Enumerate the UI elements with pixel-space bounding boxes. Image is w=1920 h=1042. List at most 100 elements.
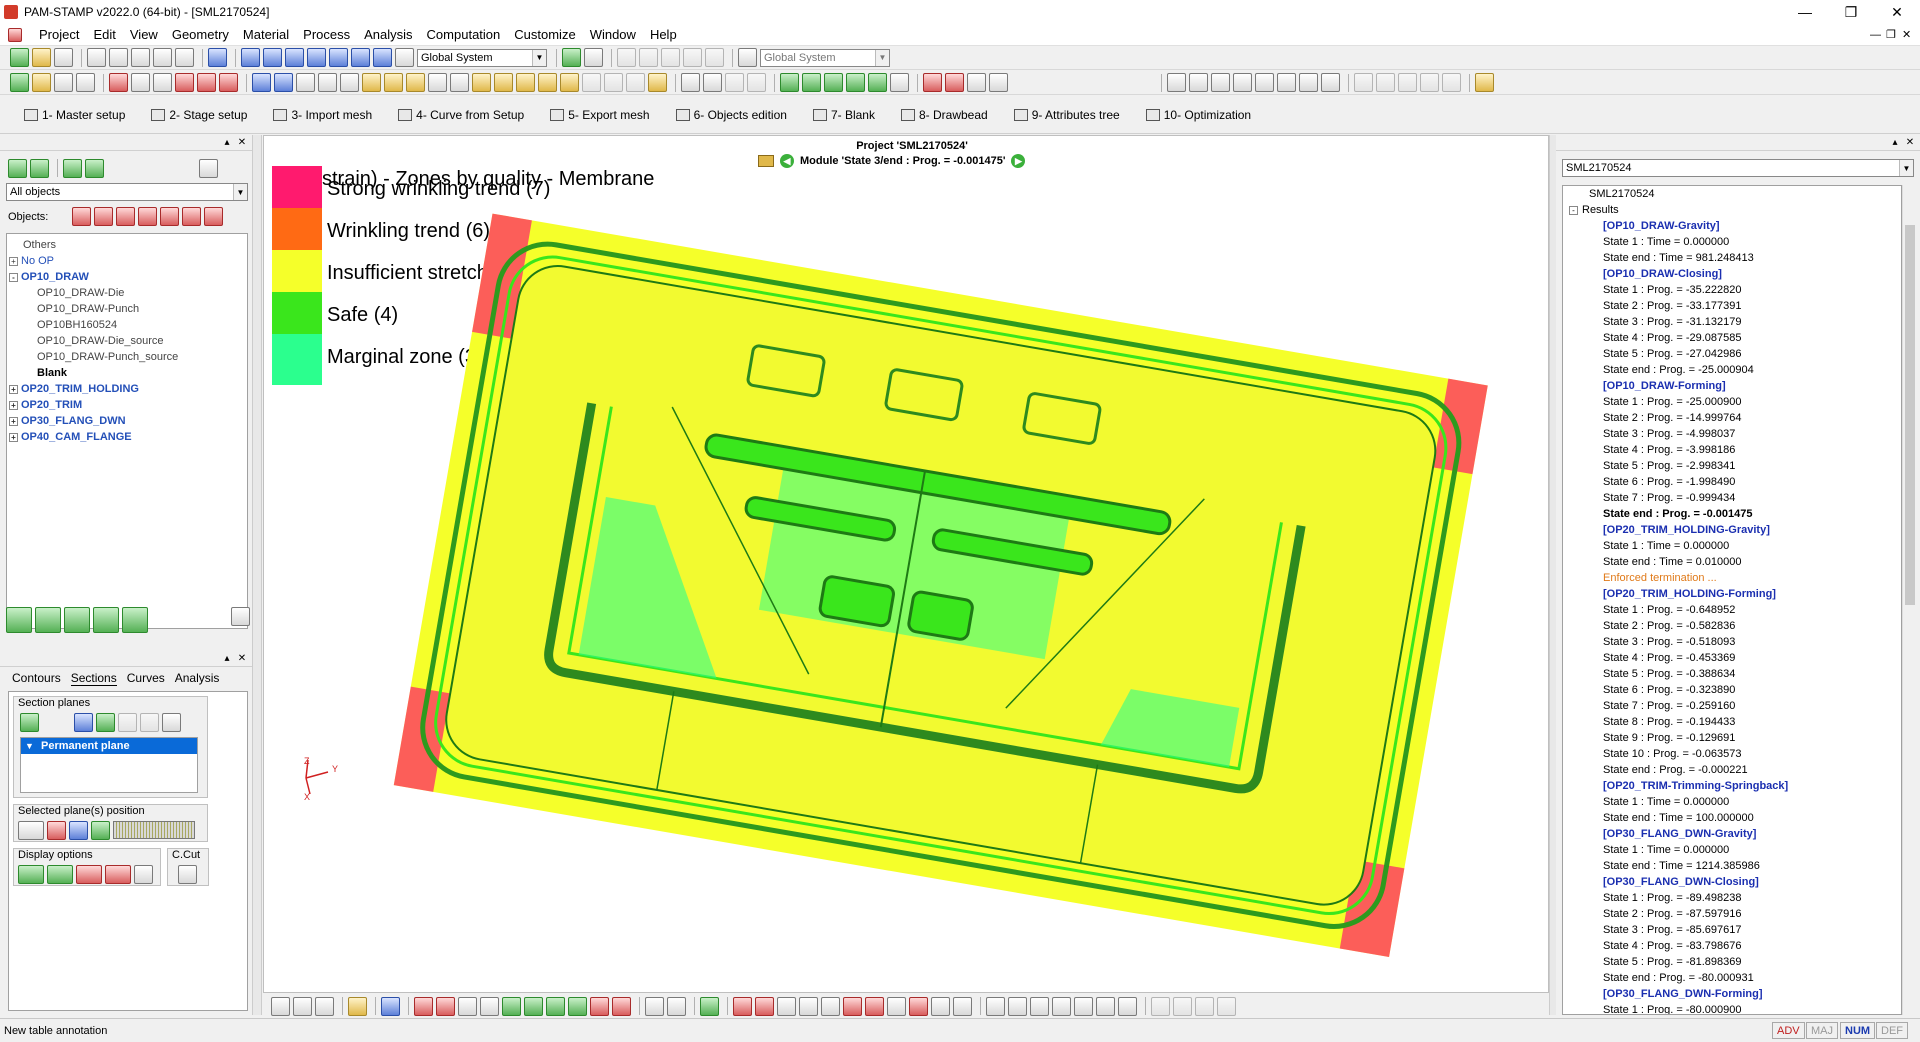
mesh-4-icon[interactable] — [989, 73, 1008, 92]
display-1-icon[interactable] — [18, 865, 44, 884]
mdi-minimize-icon[interactable]: — — [1870, 29, 1881, 41]
stage-objects-edition[interactable]: 6- Objects edition — [672, 108, 787, 122]
menu-computation[interactable]: Computation — [420, 27, 508, 42]
minimize-button[interactable]: — — [1782, 0, 1828, 24]
mesh-thickness-icon[interactable] — [122, 607, 148, 633]
close-icon[interactable]: ✕ — [236, 137, 248, 149]
menu-edit[interactable]: Edit — [86, 27, 122, 42]
tree-item[interactable]: + OP20_TRIM_HOLDING — [9, 381, 245, 397]
last-state-icon[interactable] — [865, 996, 884, 1016]
result-group-header[interactable]: [OP20_TRIM-Trimming-Springback] — [1563, 778, 1901, 794]
result-group-header[interactable]: [OP30_FLANG_DWN-Gravity] — [1563, 826, 1901, 842]
stage-import-mesh[interactable]: 3- Import mesh — [269, 108, 372, 122]
results-tree[interactable]: SML2170524 - Results [OP10_DRAW-Gravity]… — [1562, 185, 1902, 1015]
val-1-icon[interactable] — [1052, 996, 1071, 1016]
result-state[interactable]: State 1 : Prog. = -25.000900 — [1563, 394, 1901, 410]
restore-button[interactable]: ❐ — [1828, 0, 1874, 24]
geom-14-icon[interactable] — [582, 73, 601, 92]
result-state[interactable]: State end : Time = 1214.385986 — [1563, 858, 1901, 874]
tab-curves[interactable]: Curves — [127, 671, 165, 686]
geom-4-icon[interactable] — [362, 73, 381, 92]
obj-tool-7-icon[interactable] — [204, 207, 224, 226]
object-filter-select[interactable]: All objects ▼ — [6, 183, 248, 201]
view-top-icon[interactable] — [329, 48, 348, 67]
result-state[interactable]: State 9 : Prog. = -0.129691 — [1563, 730, 1901, 746]
geom-5-icon[interactable] — [384, 73, 403, 92]
result-state[interactable]: State 6 : Prog. = -1.998490 — [1563, 474, 1901, 490]
circle-icon[interactable] — [1008, 996, 1027, 1016]
result-state[interactable]: State 3 : Prog. = -85.697617 — [1563, 922, 1901, 938]
select-3-icon[interactable] — [1398, 73, 1417, 92]
close-button[interactable]: ✕ — [1874, 0, 1920, 24]
menu-analysis[interactable]: Analysis — [357, 27, 419, 42]
display-5-icon[interactable] — [134, 865, 153, 884]
pin-icon[interactable]: ▴ — [221, 137, 233, 149]
circle-annotation-icon[interactable] — [1189, 73, 1208, 92]
lock-icon[interactable] — [76, 73, 95, 92]
expand-icon[interactable]: + — [9, 416, 18, 426]
arrow-icon[interactable] — [1030, 996, 1049, 1016]
mesh-outline-icon[interactable] — [64, 607, 90, 633]
open-icon[interactable] — [32, 48, 51, 67]
measure-3-icon[interactable] — [661, 48, 680, 67]
result-state[interactable]: State end : Prog. = -25.000904 — [1563, 362, 1901, 378]
results-scrollbar[interactable] — [1902, 185, 1916, 1015]
curve-3-icon[interactable] — [747, 73, 766, 92]
move-up-icon[interactable] — [160, 207, 180, 226]
coordinate-system-select[interactable]: Global System ▼ — [417, 48, 547, 67]
layout-2-icon[interactable] — [109, 48, 128, 67]
result-state[interactable]: State 8 : Prog. = -0.194433 — [1563, 714, 1901, 730]
result-state[interactable]: State 3 : Prog. = -0.518093 — [1563, 634, 1901, 650]
tree-item[interactable]: Others — [9, 237, 245, 253]
menu-view[interactable]: View — [123, 27, 165, 42]
select-5-icon[interactable] — [1442, 73, 1461, 92]
layout-5-icon[interactable] — [175, 48, 194, 67]
mesh-3-icon[interactable] — [967, 73, 986, 92]
geom-17-icon[interactable] — [648, 73, 667, 92]
result-state[interactable]: State end : Time = 981.248413 — [1563, 250, 1901, 266]
coordinate-system-select-2[interactable]: Global System ▼ — [760, 48, 890, 67]
result-state[interactable]: State 1 : Time = 0.000000 — [1563, 794, 1901, 810]
zoom-in-icon[interactable] — [131, 73, 150, 92]
expand-icon[interactable]: + — [9, 384, 18, 394]
geom-15-icon[interactable] — [604, 73, 623, 92]
pick-icon[interactable] — [738, 48, 757, 67]
duplicate-plane-icon[interactable] — [96, 713, 115, 732]
value-2-annotation-icon[interactable] — [1255, 73, 1274, 92]
geom-12-icon[interactable] — [538, 73, 557, 92]
text-icon[interactable] — [986, 996, 1005, 1016]
display-2-icon[interactable] — [47, 865, 73, 884]
display-3-icon[interactable] — [76, 865, 102, 884]
menu-geometry[interactable]: Geometry — [165, 27, 236, 42]
tree-item[interactable]: OP10_DRAW-Die — [9, 285, 245, 301]
tree-item[interactable]: OP10_DRAW-Punch_source — [9, 349, 245, 365]
expand-icon[interactable]: + — [9, 400, 18, 410]
result-state[interactable]: State 7 : Prog. = -0.999434 — [1563, 490, 1901, 506]
target-icon[interactable] — [197, 73, 216, 92]
dim-4-icon[interactable] — [480, 996, 499, 1016]
select-1-icon[interactable] — [1354, 73, 1373, 92]
remove-icon[interactable] — [274, 73, 293, 92]
obj-tool-2-icon[interactable] — [94, 207, 114, 226]
mesh-1-icon[interactable] — [923, 73, 942, 92]
frame-2-icon[interactable] — [293, 996, 312, 1016]
layout-3-icon[interactable] — [131, 48, 150, 67]
camera-icon[interactable] — [700, 996, 719, 1016]
surface-5-icon[interactable] — [868, 73, 887, 92]
result-state[interactable]: State 4 : Prog. = -3.998186 — [1563, 442, 1901, 458]
display-4-icon[interactable] — [105, 865, 131, 884]
result-state[interactable]: State 1 : Prog. = -89.498238 — [1563, 890, 1901, 906]
geom-16-icon[interactable] — [626, 73, 645, 92]
result-state[interactable]: State 4 : Prog. = -83.798676 — [1563, 938, 1901, 954]
export-anim-icon[interactable] — [931, 996, 950, 1016]
select-2-icon[interactable] — [1376, 73, 1395, 92]
save-anim-icon[interactable] — [953, 996, 972, 1016]
dim-5-icon[interactable] — [502, 996, 521, 1016]
stage-curve-from-setup[interactable]: 4- Curve from Setup — [394, 108, 524, 122]
rotate-left-icon[interactable] — [47, 821, 66, 840]
geom-6-icon[interactable] — [406, 73, 425, 92]
expand-icon[interactable]: + — [9, 256, 18, 266]
view-left-icon[interactable] — [285, 48, 304, 67]
result-state[interactable]: State 2 : Prog. = -0.582836 — [1563, 618, 1901, 634]
show-icon[interactable] — [8, 159, 27, 178]
